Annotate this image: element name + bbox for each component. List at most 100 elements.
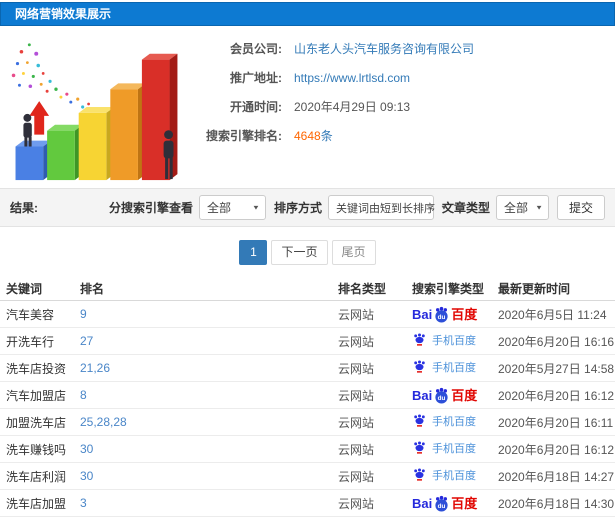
engine-type-cell: 手机百度 xyxy=(412,413,498,432)
svg-text:du: du xyxy=(438,313,446,320)
updated-time-cell: 2020年6月20日 16:12 xyxy=(498,388,615,403)
header-keyword: 关键词 xyxy=(6,281,43,296)
results-table: 关键词 排名 排名类型 搜索引擎类型 最新更新时间 汽车美容 9 云网站 Bai… xyxy=(0,276,615,517)
engine-type-cell: 手机百度 xyxy=(412,467,498,486)
updated-time-cell: 2020年5月27日 14:58 xyxy=(498,361,615,376)
chevron-down-icon: ▼ xyxy=(252,203,260,212)
keyword-cell: 洗车赚钱吗 xyxy=(6,442,67,457)
engine-type-cell: 手机百度 xyxy=(412,332,498,351)
title-bar: 网络营销效果展示 xyxy=(0,2,615,26)
mobile-baidu-label: 手机百度 xyxy=(432,334,476,347)
rank-label: 搜索引擎排名: xyxy=(206,129,282,143)
sort-filter-label: 排序方式 xyxy=(273,201,322,215)
bar-chart-illustration xyxy=(11,43,178,181)
rank-type-cell: 云网站 xyxy=(338,307,375,322)
open-time-value: 2020年4月29日 09:13 xyxy=(294,100,411,114)
open-time-label: 开通时间: xyxy=(230,100,282,114)
mobile-baidu-paw-icon xyxy=(414,333,425,346)
updated-time-cell: 2020年6月20日 16:11 xyxy=(498,415,614,430)
article-type-select-value: 全部 xyxy=(503,201,528,215)
chevron-down-icon: ▼ xyxy=(535,203,543,212)
info-section: 会员公司: 山东老人头汽车服务咨询有限公司 推广地址: https://www.… xyxy=(0,26,615,188)
next-page-button[interactable]: 下一页 xyxy=(271,240,328,265)
chevron-down-icon: ▼ xyxy=(439,203,448,212)
keyword-cell: 汽车美容 xyxy=(6,307,55,322)
filter-bar: 结果: 分搜索引擎查看 全部 ▼ 排序方式 关键词由短到长排序 ▼ 文章类型 全… xyxy=(0,188,615,227)
table-row: 加盟洗车店 25,28,28 云网站 手机百度 2020年6月20日 16:11 xyxy=(0,409,615,436)
mobile-baidu-label: 手机百度 xyxy=(432,442,476,455)
rank-type-cell: 云网站 xyxy=(338,496,375,511)
rank-cell: 27 xyxy=(80,334,94,348)
table-row: 洗车店投资 21,26 云网站 手机百度 2020年5月27日 14:58 xyxy=(0,355,615,382)
engine-select[interactable]: 全部 ▼ xyxy=(198,195,266,220)
engine-filter-label: 分搜索引擎查看 xyxy=(108,201,193,215)
company-label: 会员公司: xyxy=(230,42,282,56)
info-row-open-time: 开通时间: 2020年4月29日 09:13 xyxy=(194,98,474,115)
result-label: 结果: xyxy=(10,201,38,215)
table-body: 汽车美容 9 云网站 Bai du 百度 2020年6月5日 11:24 开洗车… xyxy=(0,301,615,517)
page-title: 网络营销效果展示 xyxy=(15,7,112,21)
table-row: 洗车赚钱吗 30 云网站 手机百度 2020年6月20日 16:12 xyxy=(0,436,615,463)
rank-cell: 9 xyxy=(80,307,87,321)
rank-cell: 25,28,28 xyxy=(80,415,127,429)
mobile-baidu-logo: 手机百度 xyxy=(412,467,476,483)
rank-count: 4648 xyxy=(294,129,321,143)
company-info: 会员公司: 山东老人头汽车服务咨询有限公司 推广地址: https://www.… xyxy=(194,30,474,188)
info-row-company: 会员公司: 山东老人头汽车服务咨询有限公司 xyxy=(194,40,474,57)
table-row: 开洗车行 27 云网站 手机百度 2020年6月20日 16:16 xyxy=(0,328,615,355)
article-type-select[interactable]: 全部 ▼ xyxy=(495,195,549,220)
mobile-baidu-label: 手机百度 xyxy=(432,469,476,482)
header-updated: 最新更新时间 xyxy=(498,281,571,296)
table-row: 洗车店利润 30 云网站 手机百度 2020年6月18日 14:27 xyxy=(0,463,615,490)
company-link[interactable]: 山东老人头汽车服务咨询有限公司 xyxy=(294,40,474,57)
promotion-url-link[interactable]: https://www.lrtlsd.com xyxy=(294,71,410,85)
rank-type-cell: 云网站 xyxy=(338,442,375,457)
rank-cell: 30 xyxy=(80,469,94,483)
keyword-cell: 加盟洗车店 xyxy=(6,415,67,430)
confetti-dots xyxy=(11,43,95,113)
svg-text:du: du xyxy=(438,502,446,509)
engine-type-cell: Bai du 百度 xyxy=(412,306,498,323)
updated-time-cell: 2020年6月5日 11:24 xyxy=(498,307,607,322)
baidu-logo: Bai du 百度 xyxy=(412,387,477,404)
table-row: 汽车加盟店 8 云网站 Bai du 百度 2020年6月20日 16:12 xyxy=(0,382,615,409)
svg-text:du: du xyxy=(438,394,446,401)
baidu-paw-icon: du xyxy=(435,387,448,403)
engine-type-cell: Bai du 百度 xyxy=(412,495,498,512)
mobile-baidu-logo: 手机百度 xyxy=(412,332,476,348)
engine-select-value: 全部 xyxy=(206,201,231,215)
baidu-paw-icon: du xyxy=(435,306,448,322)
table-row: 汽车美容 9 云网站 Bai du 百度 2020年6月5日 11:24 xyxy=(0,301,615,328)
baidu-logo: Bai du 百度 xyxy=(412,495,477,512)
baidu-bai-text: Bai xyxy=(412,387,433,403)
mobile-baidu-label: 手机百度 xyxy=(432,415,476,428)
engine-type-cell: Bai du 百度 xyxy=(412,387,498,404)
keyword-cell: 汽车加盟店 xyxy=(6,388,67,403)
rank-cell: 21,26 xyxy=(80,361,111,375)
engine-type-cell: 手机百度 xyxy=(412,440,498,459)
baidu-bai-text: Bai xyxy=(412,495,433,511)
pagination: 1 下一页 尾页 xyxy=(0,240,615,265)
arrow-up-icon xyxy=(29,101,50,135)
updated-time-cell: 2020年6月18日 14:27 xyxy=(498,469,615,484)
keyword-cell: 开洗车行 xyxy=(6,334,55,349)
baidu-text: 百度 xyxy=(451,495,478,511)
header-rank: 排名 xyxy=(80,281,105,296)
page: 网络营销效果展示 会员公司: 山东老人头汽车服务咨询有限公司 推广地址: htt… xyxy=(0,0,615,520)
keyword-cell: 洗车店利润 xyxy=(6,469,67,484)
last-page-button[interactable]: 尾页 xyxy=(331,240,376,265)
page-1-button[interactable]: 1 xyxy=(239,240,268,265)
mobile-baidu-label: 手机百度 xyxy=(432,361,476,374)
engine-type-cell: 手机百度 xyxy=(412,359,498,378)
article-type-label: 文章类型 xyxy=(441,201,490,215)
mobile-baidu-logo: 手机百度 xyxy=(412,413,476,429)
url-label: 推广地址: xyxy=(230,71,282,85)
submit-button[interactable]: 提交 xyxy=(556,195,605,220)
updated-time-cell: 2020年6月20日 16:12 xyxy=(498,442,615,457)
table-header-row: 关键词 排名 排名类型 搜索引擎类型 最新更新时间 xyxy=(0,276,615,301)
mobile-baidu-paw-icon xyxy=(414,414,425,427)
baidu-text: 百度 xyxy=(451,387,478,403)
sort-select[interactable]: 关键词由短到长排序 ▼ xyxy=(327,195,448,220)
rank-type-cell: 云网站 xyxy=(338,415,375,430)
mobile-baidu-paw-icon xyxy=(414,441,425,454)
